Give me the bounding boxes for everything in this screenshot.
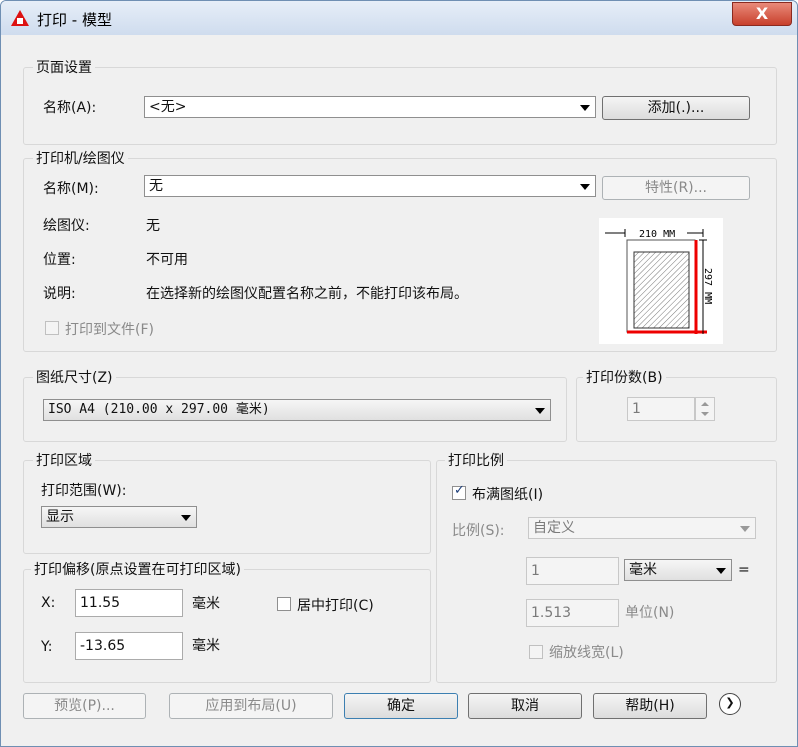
description-label: 说明: <box>43 286 76 302</box>
plotter-value: 无 <box>146 218 160 234</box>
preview-width-label: 210 MM <box>639 229 675 240</box>
preview-height-label: 297 MM <box>702 268 713 304</box>
scale-unit2-label: 单位(N) <box>625 605 675 621</box>
spin-down-icon <box>701 412 709 416</box>
printer-name-value: 无 <box>149 178 163 194</box>
help-button[interactable]: 帮助(H) <box>593 693 707 719</box>
printer-properties-button[interactable]: 特性(R)... <box>602 176 750 200</box>
copies-legend: 打印份数(B) <box>583 367 666 387</box>
plot-area-legend: 打印区域 <box>33 450 95 470</box>
plotter-label: 绘图仪: <box>43 218 90 234</box>
scale-lineweights-label: 缩放线宽(L) <box>549 645 624 661</box>
paper-preview: 210 MM 297 MM <box>599 218 723 344</box>
paper-preview-drawing: 210 MM 297 MM <box>605 229 713 334</box>
location-label: 位置: <box>43 252 76 268</box>
page-setup-name-select[interactable]: <无> <box>144 96 596 118</box>
plot-range-label: 打印范围(W): <box>41 483 127 499</box>
scale-unit-select[interactable]: 毫米 <box>624 559 732 581</box>
more-options-icon[interactable]: ❯ <box>719 693 741 715</box>
scale-value: 自定义 <box>533 520 575 536</box>
page-setup-legend: 页面设置 <box>33 57 95 77</box>
scale-select[interactable]: 自定义 <box>528 517 756 539</box>
chevron-down-icon <box>535 408 545 414</box>
offset-x-label: X: <box>41 595 56 611</box>
scale-value2-input[interactable]: 1.513 <box>526 599 619 627</box>
offset-x-unit: 毫米 <box>192 596 220 612</box>
page-setup-name-label: 名称(A): <box>43 100 97 116</box>
offset-y-input[interactable]: -13.65 <box>75 632 183 660</box>
copies-spinner[interactable] <box>695 397 715 421</box>
scale-value1-input[interactable]: 1 <box>526 557 619 585</box>
add-page-setup-button[interactable]: 添加(.)... <box>602 96 750 120</box>
paper-size-select[interactable]: ISO A4 (210.00 x 297.00 毫米) <box>43 399 551 421</box>
chevron-down-icon <box>580 184 590 190</box>
scale-label: 比例(S): <box>452 523 505 539</box>
spin-up-icon <box>701 402 709 406</box>
center-plot-checkbox[interactable] <box>277 597 291 611</box>
close-button[interactable]: X <box>732 2 792 26</box>
print-to-file-label: 打印到文件(F) <box>65 322 154 338</box>
ok-button[interactable]: 确定 <box>344 693 458 719</box>
printer-name-select[interactable]: 无 <box>144 175 596 197</box>
center-plot-label: 居中打印(C) <box>297 598 374 614</box>
description-value: 在选择新的绘图仪配置名称之前，不能打印该布局。 <box>146 286 468 302</box>
page-setup-name-value: <无> <box>149 99 187 115</box>
chevron-down-icon <box>716 568 726 574</box>
printer-name-label: 名称(M): <box>43 181 99 197</box>
autocad-logo-icon <box>11 10 29 26</box>
preview-button[interactable]: 预览(P)... <box>23 693 146 719</box>
cancel-button[interactable]: 取消 <box>468 693 582 719</box>
apply-to-layout-button[interactable]: 应用到布局(U) <box>169 693 333 719</box>
fit-to-paper-checkbox[interactable] <box>452 483 466 500</box>
scale-equals-sign: = <box>738 562 750 578</box>
fit-to-paper-label: 布满图纸(I) <box>472 487 544 503</box>
plot-offset-group <box>23 569 431 683</box>
scale-unit-value: 毫米 <box>629 562 657 578</box>
print-dialog: 打印 - 模型 X 页面设置 名称(A): <无> 添加(.)... 打印机/绘… <box>0 0 798 747</box>
paper-size-value: ISO A4 (210.00 x 297.00 毫米) <box>48 402 270 417</box>
offset-y-unit: 毫米 <box>192 638 220 654</box>
printer-legend: 打印机/绘图仪 <box>33 148 128 168</box>
chevron-down-icon <box>181 515 191 521</box>
plot-scale-legend: 打印比例 <box>445 450 507 470</box>
plot-range-select[interactable]: 显示 <box>41 506 197 528</box>
paper-size-legend: 图纸尺寸(Z) <box>33 367 116 387</box>
title-bar[interactable]: 打印 - 模型 X <box>1 1 797 35</box>
plot-offset-legend: 打印偏移(原点设置在可打印区域) <box>31 559 244 579</box>
chevron-down-icon <box>740 526 750 532</box>
scale-lineweights-checkbox[interactable] <box>529 645 543 659</box>
copies-input[interactable]: 1 <box>627 397 695 421</box>
window-title: 打印 - 模型 <box>37 11 112 29</box>
dialog-content: 页面设置 名称(A): <无> 添加(.)... 打印机/绘图仪 名称(M): … <box>1 35 797 746</box>
print-to-file-checkbox[interactable] <box>45 321 59 335</box>
offset-x-input[interactable]: 11.55 <box>75 589 183 617</box>
chevron-down-icon <box>580 105 590 111</box>
offset-y-label: Y: <box>41 639 53 655</box>
plot-range-value: 显示 <box>46 509 74 525</box>
location-value: 不可用 <box>146 252 188 268</box>
